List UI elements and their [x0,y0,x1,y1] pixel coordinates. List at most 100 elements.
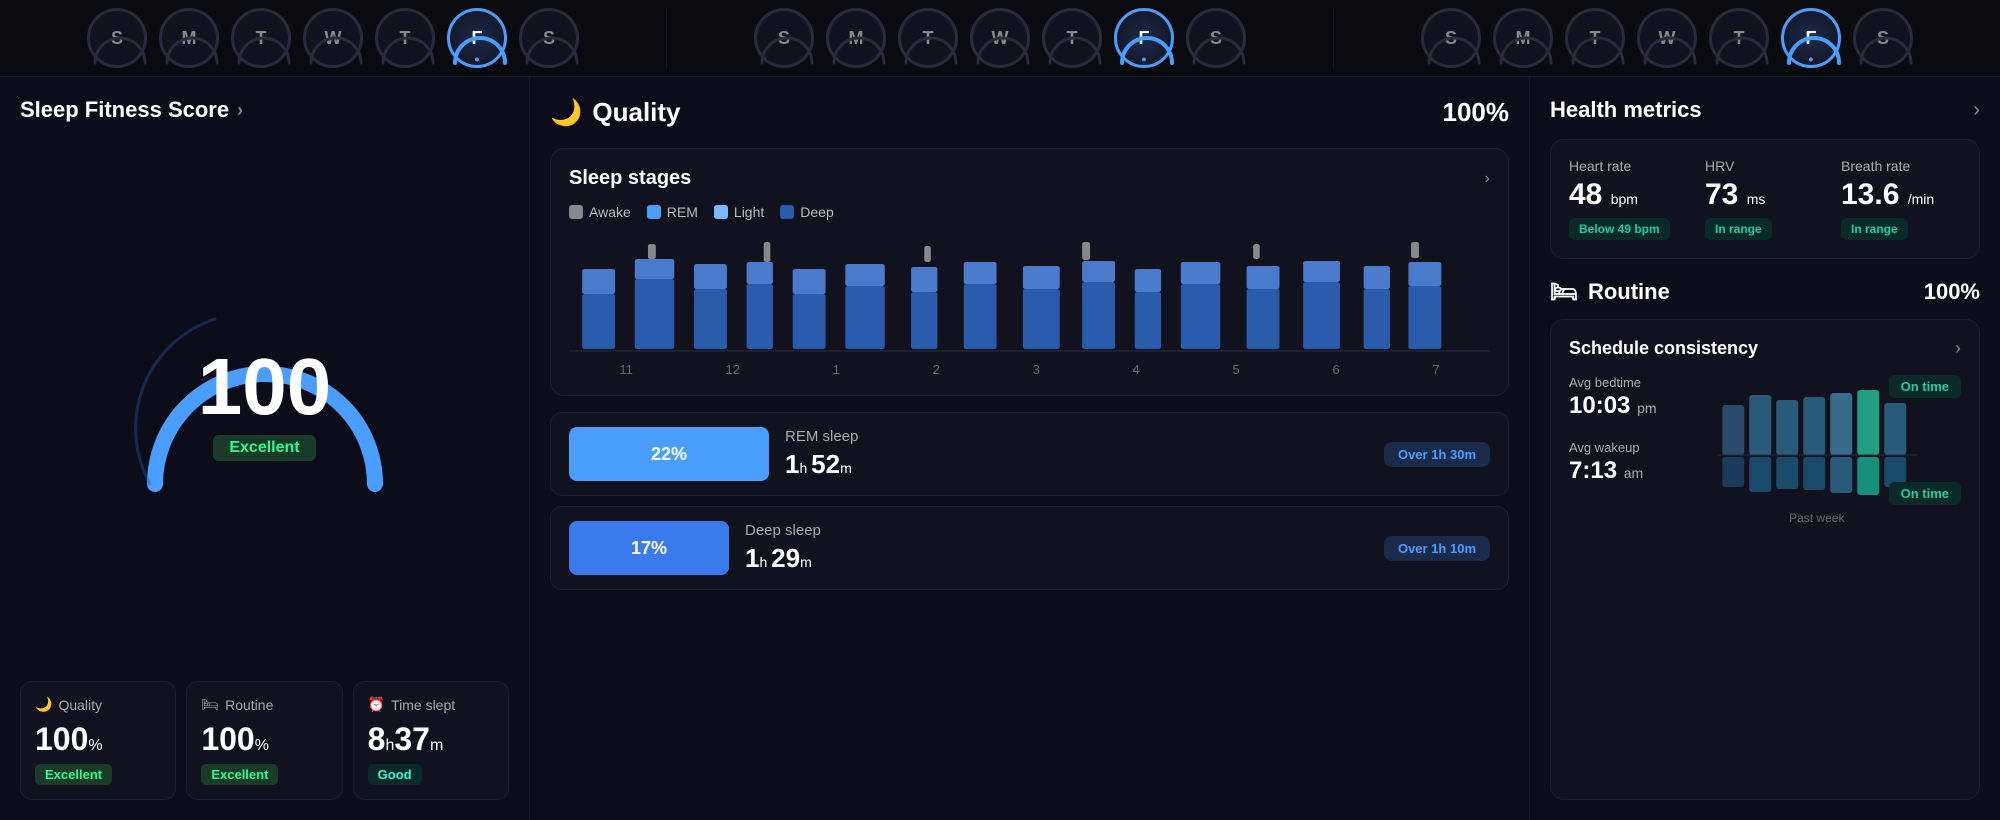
schedule-header[interactable]: Schedule consistency › [1569,338,1961,359]
hrv-label: HRV [1705,158,1825,174]
time-1: 1 [833,362,840,377]
time-labels: 11 12 1 2 3 4 5 6 7 [569,362,1490,377]
metric-value-0: 100% [35,721,161,758]
day-btn-1-6[interactable]: S [1186,8,1246,68]
right-panel: Health metrics › Heart rate 48 bpm Below… [1530,77,2000,820]
day-btn-0-6[interactable]: S [519,8,579,68]
day-btn-0-3[interactable]: W [303,8,363,68]
deep-value: 1h 29m [745,543,1368,574]
quality-header: 🌙 Quality 100% [550,97,1509,128]
health-arrow: › [1973,99,1980,122]
day-group-1: SMTWTFS [0,8,666,68]
light-dot [714,205,728,219]
rem-info: REM sleep 1h 52m [785,428,1368,480]
metric-card-title-1: 🛏 Routine [201,696,327,713]
schedule-title: Schedule consistency [1569,338,1758,359]
metric-badge-1: Excellent [201,764,278,785]
sleep-fitness-title[interactable]: Sleep Fitness Score › [20,97,509,123]
day-btn-1-5[interactable]: F [1114,8,1174,68]
metric-value-1: 100% [201,721,327,758]
health-title: Health metrics [1550,97,1702,123]
moon-icon: 🌙 [550,97,582,128]
day-btn-2-0[interactable]: S [1421,8,1481,68]
rem-sleep-row: 22% REM sleep 1h 52m Over 1h 30m [550,412,1509,496]
time-11: 11 [619,362,633,377]
legend-deep: Deep [780,204,833,220]
time-5: 5 [1232,362,1239,377]
breath-rate-value: 13.6 /min [1841,178,1961,212]
legend-light: Light [714,204,764,220]
gauge-score: 100 Excellent [198,347,331,461]
day-btn-2-6[interactable]: S [1853,8,1913,68]
time-6: 6 [1332,362,1339,377]
rem-bar: 22% [569,427,769,481]
day-btn-0-0[interactable]: S [87,8,147,68]
day-btn-1-1[interactable]: M [826,8,886,68]
awake-label: Awake [589,204,631,220]
deep-label: Deep [800,204,833,220]
wakeup-label: Avg wakeup [1569,440,1657,455]
day-btn-0-1[interactable]: M [159,8,219,68]
deep-sleep-row: 17% Deep sleep 1h 29m Over 1h 10m [550,506,1509,590]
day-btn-2-2[interactable]: T [1565,8,1625,68]
day-btn-1-4[interactable]: T [1042,8,1102,68]
stages-legend: Awake REM Light Deep [569,204,1490,220]
metric-card-2: ⏰ Time slept8h37mGood [353,681,509,800]
schedule-times: Avg bedtime 10:03 pm Avg wakeup 7:13 am [1569,375,1657,525]
heart-rate-value: 48 bpm [1569,178,1689,212]
time-2: 2 [933,362,940,377]
day-btn-1-3[interactable]: W [970,8,1030,68]
day-btn-0-2[interactable]: T [231,8,291,68]
day-btn-2-3[interactable]: W [1637,8,1697,68]
middle-panel: 🌙 Quality 100% Sleep stages › Awake REM [530,77,1530,820]
quality-label: Quality [592,97,680,128]
day-btn-1-2[interactable]: T [898,8,958,68]
bed-icon: 🛏 [1550,279,1578,305]
wakeup-value: 7:13 am [1569,457,1657,485]
metric-value-2: 8h37m [368,721,494,758]
legend-awake: Awake [569,204,631,220]
rem-label: REM sleep [785,428,1368,445]
health-header[interactable]: Health metrics › [1550,97,1980,123]
score-number: 100 [198,347,331,427]
schedule-content: Avg bedtime 10:03 pm Avg wakeup 7:13 am [1569,375,1961,525]
breath-rate-label: Breath rate [1841,158,1961,174]
day-btn-0-5[interactable]: F [447,8,507,68]
score-label: Excellent [213,435,315,461]
time-12: 12 [726,362,740,377]
deep-label: Deep sleep [745,522,1368,539]
deep-info: Deep sleep 1h 29m [745,522,1368,574]
light-label: Light [734,204,764,220]
quality-percentage: 100% [1443,97,1510,128]
day-btn-2-5[interactable]: F [1781,8,1841,68]
bedtime-unit: pm [1637,400,1656,416]
rem-label: REM [667,204,698,220]
metric-card-0: 🌙 Quality100%Excellent [20,681,176,800]
on-time-wakeup-badge: On time [1889,482,1961,505]
heart-rate-badge: Below 49 bpm [1569,218,1670,240]
health-metrics-card: Heart rate 48 bpm Below 49 bpm HRV 73 ms… [1550,139,1980,259]
sleep-chart [569,234,1490,354]
metric-badge-2: Good [368,764,422,785]
gauge-container: 100 Excellent [20,143,509,665]
day-btn-1-0[interactable]: S [754,8,814,68]
awake-dot [569,205,583,219]
metric-card-title-0: 🌙 Quality [35,696,161,713]
heart-rate-label: Heart rate [1569,158,1689,174]
deep-dot [780,205,794,219]
breath-rate-badge: In range [1841,218,1908,240]
main-content: Sleep Fitness Score › 100 Excellent 🌙 Qu… [0,77,2000,820]
day-btn-2-1[interactable]: M [1493,8,1553,68]
week-label: Past week [1673,511,1961,525]
metric-icon-0: 🌙 [35,696,52,713]
metric-icon-1: 🛏 [201,696,219,713]
time-3: 3 [1033,362,1040,377]
sleep-fitness-label: Sleep Fitness Score [20,97,229,123]
legend-rem: REM [647,204,698,220]
day-btn-2-4[interactable]: T [1709,8,1769,68]
sleep-stages-card: Sleep stages › Awake REM Light [550,148,1509,396]
stages-arrow: › [1485,170,1490,188]
left-panel: Sleep Fitness Score › 100 Excellent 🌙 Qu… [0,77,530,820]
bedtime-value: 10:03 pm [1569,392,1657,420]
day-btn-0-4[interactable]: T [375,8,435,68]
